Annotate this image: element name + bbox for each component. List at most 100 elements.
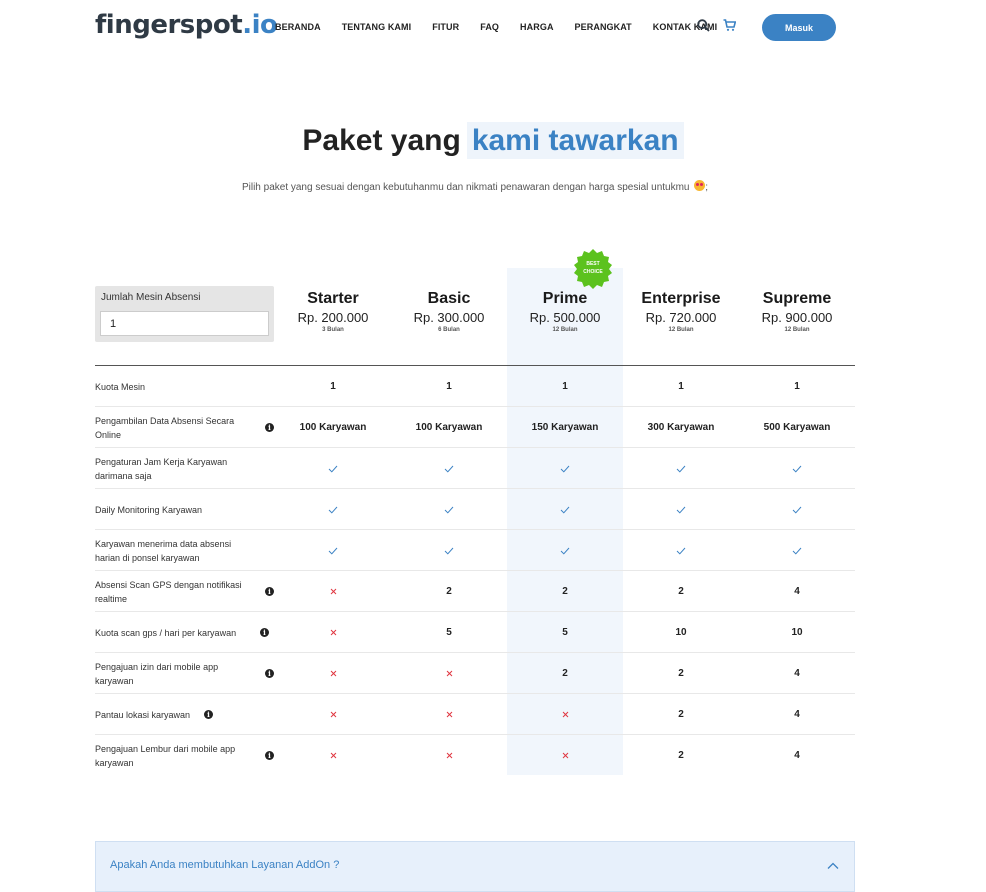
cross-icon: [507, 735, 623, 776]
title-part-a: Paket yang: [302, 124, 461, 157]
check-icon: [391, 489, 507, 530]
feature-row: Pengajuan Lembur dari mobile app karyawa…: [95, 735, 855, 776]
plan-name: Prime: [542, 290, 588, 307]
check-icon: [623, 448, 739, 489]
info-icon[interactable]: i: [260, 628, 269, 637]
feature-row: Pengambilan Data Absensi Secara Online i 1…: [95, 407, 855, 448]
info-icon[interactable]: i: [265, 423, 274, 432]
check-icon: [739, 489, 855, 530]
plan-name: Basic: [427, 290, 471, 307]
plan-price: Rp. 300.000: [413, 310, 485, 325]
plan-period: 6 Bulan: [438, 327, 460, 333]
machine-quantity-label: Jumlah Mesin Absensi: [101, 292, 201, 303]
info-icon[interactable]: i: [204, 710, 213, 719]
feature-value: 4: [794, 750, 800, 761]
cross-icon: [391, 694, 507, 735]
feature-value: 1: [562, 381, 568, 392]
check-icon: [507, 448, 623, 489]
nav-item-perangkat[interactable]: PERANGKAT: [575, 22, 632, 32]
feature-label: Daily Monitoring Karyawan: [95, 504, 203, 515]
feature-value: 4: [794, 668, 800, 679]
feature-label: Pengajuan izin dari mobile app karyawan: [95, 661, 219, 686]
check-icon: [623, 489, 739, 530]
feature-value: 2: [678, 709, 684, 720]
feature-value: 5: [446, 627, 452, 638]
cross-icon: [507, 694, 623, 735]
feature-row: Absensi Scan GPS dengan notifikasi realt…: [95, 571, 855, 612]
subtitle-end: ;: [705, 182, 709, 193]
feature-label: Absensi Scan GPS dengan notifikasi realt…: [95, 579, 242, 604]
plan-basic: Basic Rp. 300.000 6 Bulan: [391, 290, 507, 333]
feature-row: Pengajuan izin dari mobile app karyawan i…: [95, 653, 855, 694]
machine-quantity-input[interactable]: [100, 311, 269, 336]
best-choice-badge: BEST CHOICE: [572, 248, 614, 290]
nav-item-fitur[interactable]: FITUR: [432, 22, 459, 32]
star-struck-emoji-icon: [694, 180, 706, 191]
feature-value: 5: [562, 627, 568, 638]
feature-value: 10: [791, 627, 803, 638]
plan-period: 12 Bulan: [784, 327, 810, 333]
site-header: fingerspot.io BERANDA TENTANG KAMI FITUR…: [0, 0, 986, 56]
badge-text: BEST CHOICE: [583, 261, 603, 275]
brand-logo[interactable]: fingerspot.io: [95, 10, 278, 40]
feature-value: 1: [678, 381, 684, 392]
nav-item-beranda[interactable]: BERANDA: [275, 22, 321, 32]
check-icon: [507, 530, 623, 571]
feature-row: Karyawan menerima data absensi harian di…: [95, 530, 855, 571]
info-icon[interactable]: i: [265, 587, 274, 596]
feature-value: 500 Karyawan: [763, 422, 831, 433]
cross-icon: [275, 653, 391, 694]
feature-label: Pengambilan Data Absensi Secara Online: [95, 415, 235, 440]
search-icon[interactable]: [697, 19, 711, 33]
plan-prime: Prime Rp. 500.000 12 Bulan: [507, 290, 623, 333]
feature-label: Karyawan menerima data absensi harian di…: [95, 538, 232, 563]
addon-accordion[interactable]: Apakah Anda membutuhkan Layanan AddOn ?: [95, 841, 855, 892]
cross-icon: [275, 612, 391, 653]
plan-name: Enterprise: [641, 290, 721, 307]
feature-value: 1: [794, 381, 800, 392]
chevron-up-icon[interactable]: [826, 859, 840, 873]
info-icon[interactable]: i: [265, 669, 274, 678]
feature-label: Kuota scan gps / hari per karyawan: [95, 627, 237, 638]
check-icon: [275, 489, 391, 530]
info-icon[interactable]: i: [265, 751, 274, 760]
main-nav: BERANDA TENTANG KAMI FITUR FAQ HARGA PER…: [275, 22, 738, 32]
plan-period: 3 Bulan: [322, 327, 344, 333]
feature-value: 2: [678, 668, 684, 679]
plan-starter: Starter Rp. 200.000 3 Bulan: [275, 290, 391, 333]
nav-item-faq[interactable]: FAQ: [480, 22, 499, 32]
feature-value: 4: [794, 709, 800, 720]
feature-value: 2: [678, 586, 684, 597]
addon-question: Apakah Anda membutuhkan Layanan AddOn ?: [110, 859, 340, 871]
plan-name: Supreme: [762, 290, 832, 307]
feature-label: Pantau lokasi karyawan: [95, 709, 191, 720]
plan-supreme: Supreme Rp. 900.000 12 Bulan: [739, 290, 855, 333]
nav-item-tentang-kami[interactable]: TENTANG KAMI: [342, 22, 412, 32]
feature-label: Pengajuan Lembur dari mobile app karyawa…: [95, 743, 236, 768]
feature-value: 1: [330, 381, 336, 392]
feature-value: 300 Karyawan: [647, 422, 715, 433]
nav-item-harga[interactable]: HARGA: [520, 22, 554, 32]
plan-price: Rp. 720.000: [645, 310, 717, 325]
feature-value: 2: [678, 750, 684, 761]
feature-value: 2: [562, 668, 568, 679]
check-icon: [391, 530, 507, 571]
feature-value: 2: [562, 586, 568, 597]
feature-row: Daily Monitoring Karyawan: [95, 489, 855, 530]
check-icon: [275, 530, 391, 571]
check-icon: [275, 448, 391, 489]
feature-label: Pengaturan Jam Kerja Karyawan darimana s…: [95, 456, 228, 481]
feature-value: 4: [794, 586, 800, 597]
feature-row: Kuota Mesin 1 1 1 1 1: [95, 366, 855, 407]
cross-icon: [275, 735, 391, 776]
check-icon: [623, 530, 739, 571]
plan-price: Rp. 900.000: [761, 310, 833, 325]
feature-row: Pengaturan Jam Kerja Karyawan darimana s…: [95, 448, 855, 489]
check-icon: [391, 448, 507, 489]
feature-row: Kuota scan gps / hari per karyawan i 5 5 10 1…: [95, 612, 855, 653]
feature-value: 100 Karyawan: [415, 422, 483, 433]
cart-icon[interactable]: [723, 19, 737, 33]
title-part-b: kami tawarkan: [466, 122, 684, 159]
login-button[interactable]: Masuk: [762, 14, 836, 41]
page-subtitle: Pilih paket yang sesuai dengan kebutuhan…: [0, 180, 950, 193]
